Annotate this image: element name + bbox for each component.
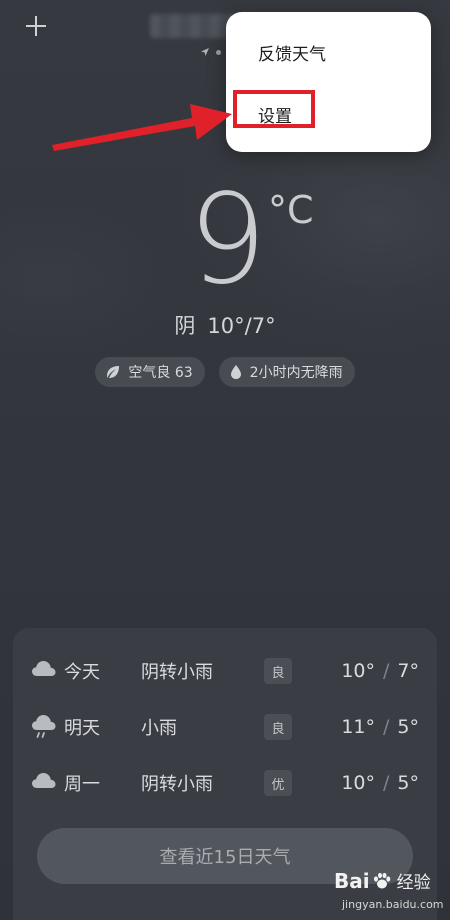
forecast-desc: 阴转小雨 [141,774,213,795]
view-15-day-button[interactable]: 查看近15日天气 [37,828,413,884]
precipitation-label: 2小时内无降雨 [249,365,343,381]
forecast-temps: 10° / 7° [341,660,419,682]
forecast-panel: 今天 阴转小雨 良 10° / 7° 明天 小雨 良 11° / 5° 周一 阴转小雨 … [13,628,437,920]
location-arrow-icon [201,48,209,56]
location-indicator [200,45,221,59]
add-city-button[interactable] [22,12,50,40]
forecast-low: 5° [397,716,419,738]
info-chips: 空气良 63 2小时内无降雨 [0,357,450,387]
air-quality-label: 空气良 63 [128,365,193,381]
temperature-range: 10°/7° [207,314,276,338]
plus-icon [26,16,46,36]
weather-screen: 9 °C 阴 10°/7° 空气良 63 2小时内无降雨 今天 阴转小雨 良 10… [0,0,450,920]
popup-menu: 反馈天气 设置 [226,12,431,152]
forecast-day: 今天 [64,662,100,683]
menu-item-feedback[interactable]: 反馈天气 [258,40,326,65]
forecast-high: 10° [341,772,375,794]
forecast-desc: 小雨 [141,718,177,739]
water-drop-icon [230,365,241,379]
precipitation-chip[interactable]: 2小时内无降雨 [218,357,355,387]
current-temperature: 9 [188,168,267,312]
forecast-temps: 10° / 5° [341,772,419,794]
condition-text: 阴 [174,314,196,338]
temp-separator: / [383,716,390,738]
temp-separator: / [383,772,390,794]
forecast-row-monday[interactable]: 周一 阴转小雨 优 10° / 5° [13,768,437,798]
forecast-day: 周一 [64,774,100,795]
forecast-row-tomorrow[interactable]: 明天 小雨 良 11° / 5° [13,712,437,742]
forecast-high: 10° [341,660,375,682]
forecast-high: 11° [341,716,375,738]
forecast-day: 明天 [64,718,100,739]
forecast-desc: 阴转小雨 [141,662,213,683]
forecast-row-today[interactable]: 今天 阴转小雨 良 10° / 7° [13,656,437,686]
forecast-low: 5° [397,772,419,794]
temperature-unit: °C [268,188,314,232]
forecast-low: 7° [397,660,419,682]
cloud-icon [32,773,56,788]
rain-cloud-icon [32,715,56,738]
temp-separator: / [383,660,390,682]
forecast-aq-badge: 优 [264,770,292,796]
air-quality-chip[interactable]: 空气良 63 [95,357,205,387]
forecast-aq-badge: 良 [264,714,292,740]
cloud-icon [32,661,56,676]
forecast-temps: 11° / 5° [341,716,419,738]
leaf-icon [107,366,120,378]
forecast-aq-badge: 良 [264,658,292,684]
page-dot [216,49,221,55]
condition-summary: 阴 10°/7° [0,310,450,340]
menu-item-settings[interactable]: 设置 [258,102,292,127]
